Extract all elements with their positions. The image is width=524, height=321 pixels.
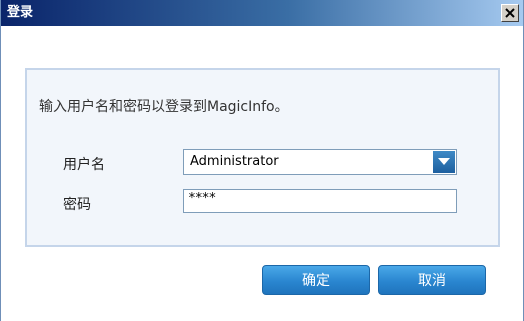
username-select[interactable]: Administrator — [183, 149, 457, 175]
username-label: 用户名 — [63, 157, 105, 173]
title-bar: 登录 — [1, 0, 523, 26]
chevron-down-icon — [438, 158, 450, 165]
window-title: 登录 — [7, 5, 34, 20]
ok-button[interactable]: 确定 — [262, 265, 370, 295]
username-value: Administrator — [190, 154, 279, 169]
instruction-text: 输入用户名和密码以登录到MagicInfo。 — [39, 99, 289, 115]
close-button[interactable] — [501, 4, 519, 22]
password-field[interactable]: **** — [183, 189, 457, 213]
dropdown-button[interactable] — [433, 151, 455, 173]
login-dialog: 登录 输入用户名和密码以登录到MagicInfo。 用户名 Administra… — [0, 0, 524, 321]
close-icon — [505, 8, 515, 18]
cancel-button[interactable]: 取消 — [378, 265, 486, 295]
login-form-panel: 输入用户名和密码以登录到MagicInfo。 用户名 Administrator… — [25, 68, 500, 247]
password-label: 密码 — [63, 197, 91, 213]
password-value: **** — [188, 191, 216, 206]
